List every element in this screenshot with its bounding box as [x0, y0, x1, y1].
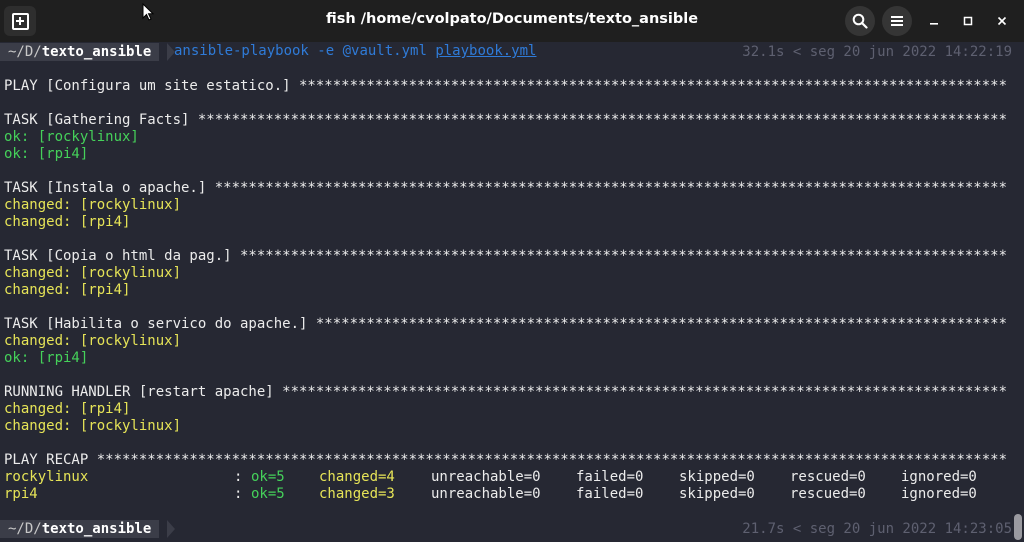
prompt-dir-name: texto_ansible	[41, 521, 152, 537]
search-button[interactable]	[845, 6, 875, 36]
recap-skipped: skipped=0	[679, 486, 755, 502]
recap-separator: :	[234, 486, 243, 502]
maximize-icon	[963, 16, 973, 26]
recap-unreachable: unreachable=0	[431, 486, 541, 502]
recap-ignored: ignored=0	[901, 469, 977, 485]
prompt-duration-timestamp: 32.1s < seg 20 jun 2022 14:22:19	[742, 44, 1012, 60]
prompt-dir-prefix: ~/D/	[8, 44, 42, 60]
menu-button[interactable]	[882, 6, 912, 36]
command-line: ansible-playbook -e @vault.yml playbook.…	[174, 43, 536, 60]
handler-result: changed: [rpi4]	[4, 401, 131, 417]
close-icon	[997, 16, 1007, 26]
prompt-separator	[167, 520, 175, 538]
prompt-directory: ~/D/texto_ansible	[0, 520, 160, 538]
command-playbook-file[interactable]: playbook.yml	[435, 43, 536, 59]
handler-header: RUNNING HANDLER [restart apache] *******…	[4, 384, 1008, 400]
task-result: ok: [rpi4]	[4, 350, 89, 366]
task-result: changed: [rpi4]	[4, 214, 131, 230]
prompt-duration-timestamp: 21.7s < seg 20 jun 2022 14:23:05	[742, 521, 1012, 537]
task-result: changed: [rockylinux]	[4, 265, 182, 281]
task-header: TASK [Copia o html da pag.] ************…	[4, 248, 1008, 264]
terminal-output[interactable]: ~/D/texto_ansible ansible-playbook -e @v…	[0, 42, 1012, 542]
recap-changed: changed=3	[319, 486, 395, 502]
minimize-button[interactable]	[922, 9, 946, 33]
play-header: PLAY [Configura um site estatico.] *****…	[4, 78, 1008, 94]
recap-ok: ok=5	[251, 469, 285, 485]
recap-failed: failed=0	[576, 469, 644, 485]
recap-host: rpi4	[4, 486, 38, 502]
search-icon	[852, 13, 868, 29]
task-result: ok: [rpi4]	[4, 146, 89, 162]
task-result: changed: [rpi4]	[4, 282, 131, 298]
scrollbar-thumb[interactable]	[1014, 514, 1022, 540]
prompt-directory: ~/D/texto_ansible	[0, 43, 160, 61]
recap-ignored: ignored=0	[901, 486, 977, 502]
terminal-window: fish /home/cvolpato/Documents/texto_ansi…	[0, 0, 1024, 542]
scrollbar-track[interactable]	[1012, 42, 1024, 542]
task-header: TASK [Instala o apache.] ***************…	[4, 180, 1008, 196]
recap-failed: failed=0	[576, 486, 644, 502]
recap-changed: changed=4	[319, 469, 395, 485]
maximize-button[interactable]	[956, 9, 980, 33]
command-vault-arg: @vault.yml	[342, 43, 427, 59]
title-bar: fish /home/cvolpato/Documents/texto_ansi…	[0, 0, 1024, 42]
play-recap-header: PLAY RECAP *****************************…	[4, 452, 1008, 468]
task-result: changed: [rockylinux]	[4, 197, 182, 213]
prompt-dir-prefix: ~/D/	[8, 521, 42, 537]
recap-separator: :	[234, 469, 243, 485]
mouse-cursor-icon	[142, 3, 155, 21]
recap-rescued: rescued=0	[790, 486, 866, 502]
close-button[interactable]	[990, 9, 1014, 33]
recap-skipped: skipped=0	[679, 469, 755, 485]
menu-icon	[891, 16, 903, 26]
recap-unreachable: unreachable=0	[431, 469, 541, 485]
recap-rescued: rescued=0	[790, 469, 866, 485]
task-header: TASK [Habilita o servico do apache.] ***…	[4, 316, 1008, 332]
command-flag: -e	[317, 43, 335, 59]
prompt-dir-name: texto_ansible	[41, 44, 152, 60]
task-result: ok: [rockylinux]	[4, 129, 139, 145]
handler-result: changed: [rockylinux]	[4, 418, 182, 434]
task-result: changed: [rockylinux]	[4, 333, 182, 349]
minimize-icon	[930, 23, 938, 25]
recap-ok: ok=5	[251, 486, 285, 502]
recap-host: rockylinux	[4, 469, 89, 485]
task-header: TASK [Gathering Facts] *****************…	[4, 112, 1008, 128]
command-name: ansible-playbook	[174, 43, 309, 59]
